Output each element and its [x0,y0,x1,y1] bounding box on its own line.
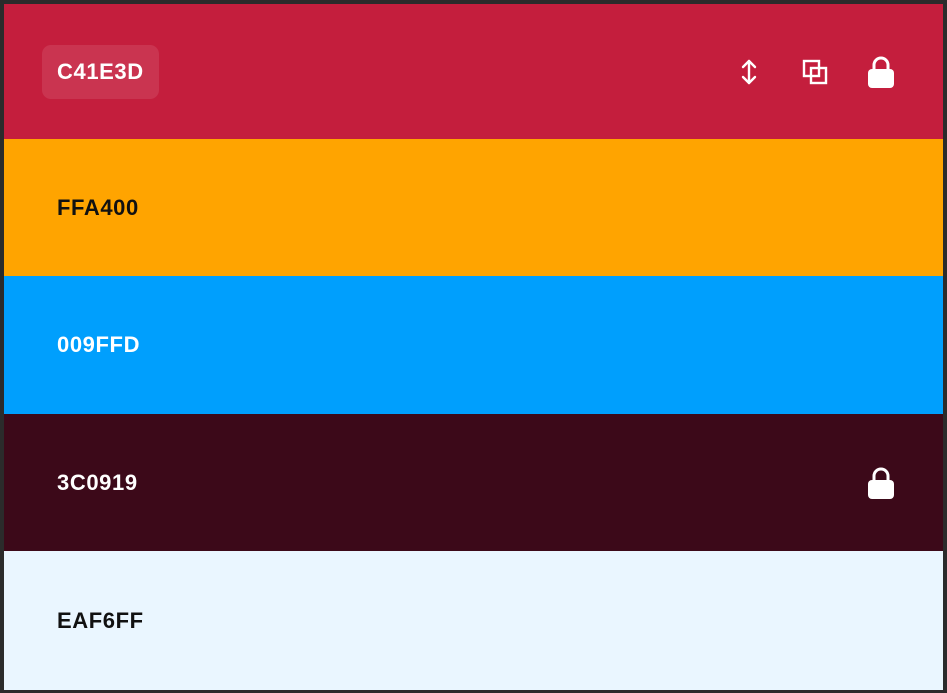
color-swatch-2[interactable]: FFA400 [4,139,943,276]
lock-icon [866,466,896,500]
lock-button[interactable] [859,461,903,505]
color-swatch-3[interactable]: 009FFD [4,276,943,414]
lock-icon [866,55,896,89]
hex-code-label[interactable]: FFA400 [42,181,154,235]
copy-icon [801,58,829,86]
color-swatch-4[interactable]: 3C0919 [4,414,943,551]
lock-button[interactable] [859,50,903,94]
drag-handle-button[interactable] [727,50,771,94]
hex-code-label[interactable]: 3C0919 [42,456,153,510]
color-swatch-1[interactable]: C41E3D [4,4,943,139]
hex-code-label[interactable]: C41E3D [42,44,159,99]
color-swatch-5[interactable]: EAF6FF [4,551,943,690]
color-palette: C41E3D FFA400 009FFD 3C0919 EAF6FF [4,4,943,690]
copy-button[interactable] [793,50,837,94]
hex-code-label[interactable]: 009FFD [42,318,155,372]
swatch-actions [727,50,903,94]
drag-vertical-icon [740,58,758,86]
hex-code-label[interactable]: EAF6FF [42,594,159,648]
swatch-actions [859,461,903,505]
